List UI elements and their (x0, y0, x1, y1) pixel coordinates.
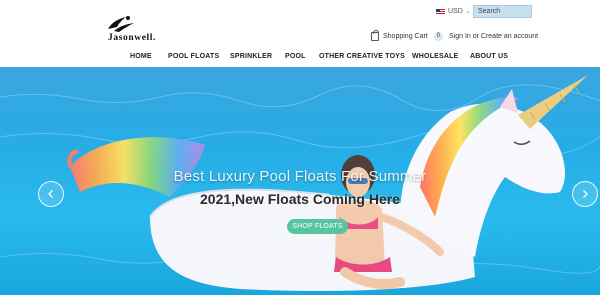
nav-item-other-creative-toys[interactable]: OTHER CREATIVE TOYS (319, 53, 405, 60)
cart-count-badge: 0 (433, 32, 443, 41)
cart-label: Shopping Cart (383, 33, 428, 40)
account-link[interactable]: Sign In or Create an account (449, 33, 538, 40)
main-nav: HOME POOL FLOATS SPRINKLER POOL OTHER CR… (0, 52, 600, 66)
nav-item-sprinkler[interactable]: SPRINKLER (230, 53, 272, 60)
hero-headline: Best Luxury Pool Floats For Summer (173, 168, 427, 185)
chevron-right-icon (583, 190, 588, 198)
nav-item-home[interactable]: HOME (130, 53, 152, 60)
search-input[interactable]: Search (473, 5, 532, 18)
swimmer-logo-icon (108, 16, 134, 32)
shop-floats-button[interactable]: SHOP FLOATS (287, 219, 348, 234)
brand-logo[interactable]: Jasonwell. (106, 14, 170, 44)
nav-item-pool[interactable]: POOL (285, 53, 306, 60)
carousel-prev-button[interactable] (38, 181, 64, 207)
us-flag-icon (436, 8, 445, 15)
nav-item-wholesale[interactable]: WHOLESALE (412, 53, 459, 60)
nav-item-about-us[interactable]: ABOUT US (470, 53, 508, 60)
hero-banner: Best Luxury Pool Floats For Summer 2021,… (0, 67, 600, 295)
hero-subheadline: 2021,New Floats Coming Here (200, 191, 400, 207)
currency-label: USD (448, 8, 463, 15)
nav-item-pool-floats[interactable]: POOL FLOATS (168, 53, 219, 60)
carousel-next-button[interactable] (572, 181, 598, 207)
chevron-left-icon (48, 190, 53, 198)
chevron-down-icon: ⌄ (465, 9, 471, 15)
currency-selector[interactable]: USD ⌄ (436, 8, 471, 15)
shopping-bag-icon (371, 30, 379, 41)
brand-name: Jasonwell. (108, 33, 156, 43)
shopping-cart-link[interactable]: Shopping Cart 0 (371, 30, 443, 41)
